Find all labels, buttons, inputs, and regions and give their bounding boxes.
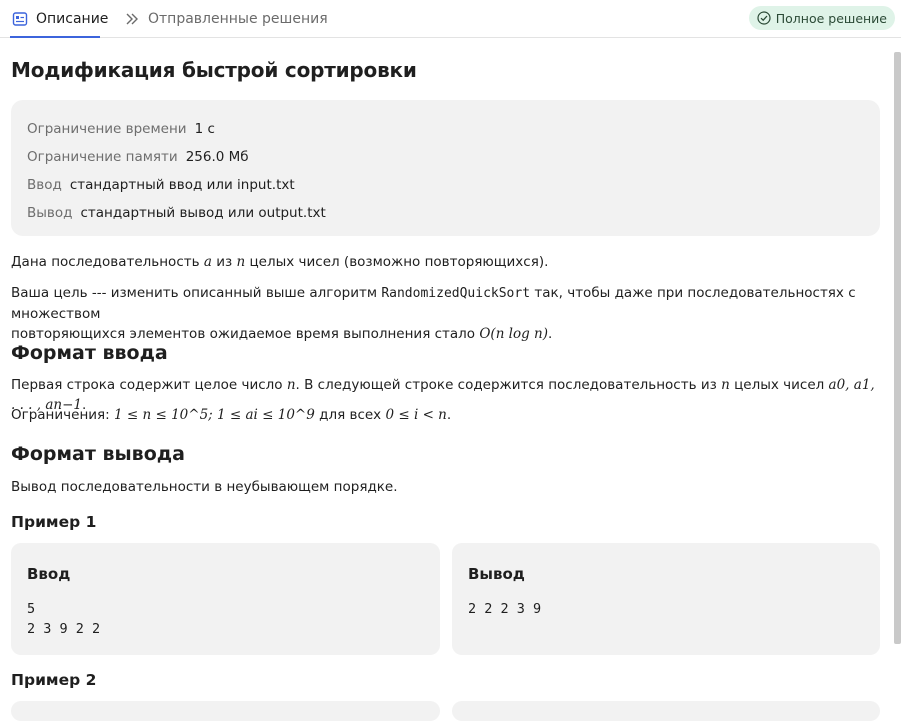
active-tab-indicator xyxy=(10,36,100,38)
limit-value: стандартный вывод или output.txt xyxy=(80,205,326,221)
math-var: a xyxy=(203,254,212,270)
example-input-label: Ввод xyxy=(27,565,71,583)
limit-value: 1 с xyxy=(194,121,215,137)
math-constraint-2: 0 ≤ i < n xyxy=(385,407,447,423)
statement-paragraph-2: Ваша цель --- изменить описанный выше ал… xyxy=(11,283,880,344)
math-formula: O(n log n) xyxy=(479,326,549,342)
limit-row-memory: Ограничение памяти 256.0 Мб xyxy=(27,143,864,171)
tab-submissions[interactable]: Отправленные решения xyxy=(124,0,328,38)
example-1-output-block: Вывод 2 2 2 3 9 xyxy=(452,543,880,655)
example-output-label: Вывод xyxy=(468,565,525,583)
example-1-input-block: Ввод 5 2 3 9 2 2 xyxy=(11,543,440,655)
text: Ваша цель --- изменить описанный выше ал… xyxy=(11,285,378,301)
text: . В следующей строке содержится последов… xyxy=(295,377,717,393)
text: Ограничения: xyxy=(11,407,110,423)
limit-row-output: Вывод стандартный вывод или output.txt xyxy=(27,199,864,227)
tab-submissions-label: Отправленные решения xyxy=(148,11,328,27)
statement-paragraph-1: Дана последовательность a из n целых чис… xyxy=(11,252,548,272)
limit-key: Ограничение памяти xyxy=(27,149,178,165)
scrollbar[interactable] xyxy=(894,52,901,644)
text: Первая строка содержит целое число xyxy=(11,377,283,393)
text: . xyxy=(446,407,452,423)
example-2-title: Пример 2 xyxy=(11,671,97,689)
limit-row-time: Ограничение времени 1 с xyxy=(27,115,864,143)
text: целых чисел (возможно повторяющихся). xyxy=(249,254,549,270)
example-1-title: Пример 1 xyxy=(11,513,97,531)
example-output-data[interactable]: 2 2 2 3 9 xyxy=(468,599,541,619)
limit-row-input: Ввод стандартный ввод или input.txt xyxy=(27,171,864,199)
math-var: n xyxy=(236,254,246,270)
text: повторяющихся элементов ожидаемое время … xyxy=(11,326,476,342)
limit-value: 256.0 Мб xyxy=(185,149,249,165)
text: из xyxy=(216,254,233,270)
text: целых чисел xyxy=(734,377,825,393)
output-format-text: Вывод последовательности в неубывающем п… xyxy=(11,479,398,495)
example-2-input-block xyxy=(11,701,440,721)
description-icon xyxy=(12,11,28,27)
math-var: n xyxy=(286,377,296,393)
status-badge: Полное решение xyxy=(748,6,895,30)
limit-key: Вывод xyxy=(27,205,73,221)
input-constraints: Ограничения: 1 ≤ n ≤ 10^5; 1 ≤ ai ≤ 10^9… xyxy=(11,405,451,425)
status-badge-label: Полное решение xyxy=(775,10,887,26)
example-input-data[interactable]: 5 2 3 9 2 2 xyxy=(27,599,100,639)
check-circle-icon xyxy=(757,11,771,25)
limits-panel: Ограничение времени 1 с Ограничение памя… xyxy=(11,100,880,236)
limit-key: Ввод xyxy=(27,177,62,193)
tab-description[interactable]: Описание xyxy=(12,0,108,38)
limit-key: Ограничение времени xyxy=(27,121,187,137)
text: для всех xyxy=(319,407,382,423)
input-format-heading: Формат ввода xyxy=(11,342,168,364)
output-format-heading: Формат вывода xyxy=(11,443,185,465)
math-constraint: 1 ≤ n ≤ 10^5; 1 ≤ ai ≤ 10^9 xyxy=(114,407,315,423)
tab-description-label: Описание xyxy=(36,11,109,27)
math-var: n xyxy=(721,377,730,393)
example-2-output-block xyxy=(452,701,880,721)
double-chevron-icon xyxy=(124,11,140,27)
inline-code: RandomizedQuickSort xyxy=(381,286,531,301)
tab-bar: Описание Отправленные решения Полное реш… xyxy=(0,0,901,38)
text: . xyxy=(548,326,553,342)
limit-value: стандартный ввод или input.txt xyxy=(69,177,295,193)
page-title: Модификация быстрой сортировки xyxy=(11,58,417,82)
text: Дана последовательность xyxy=(11,254,200,270)
